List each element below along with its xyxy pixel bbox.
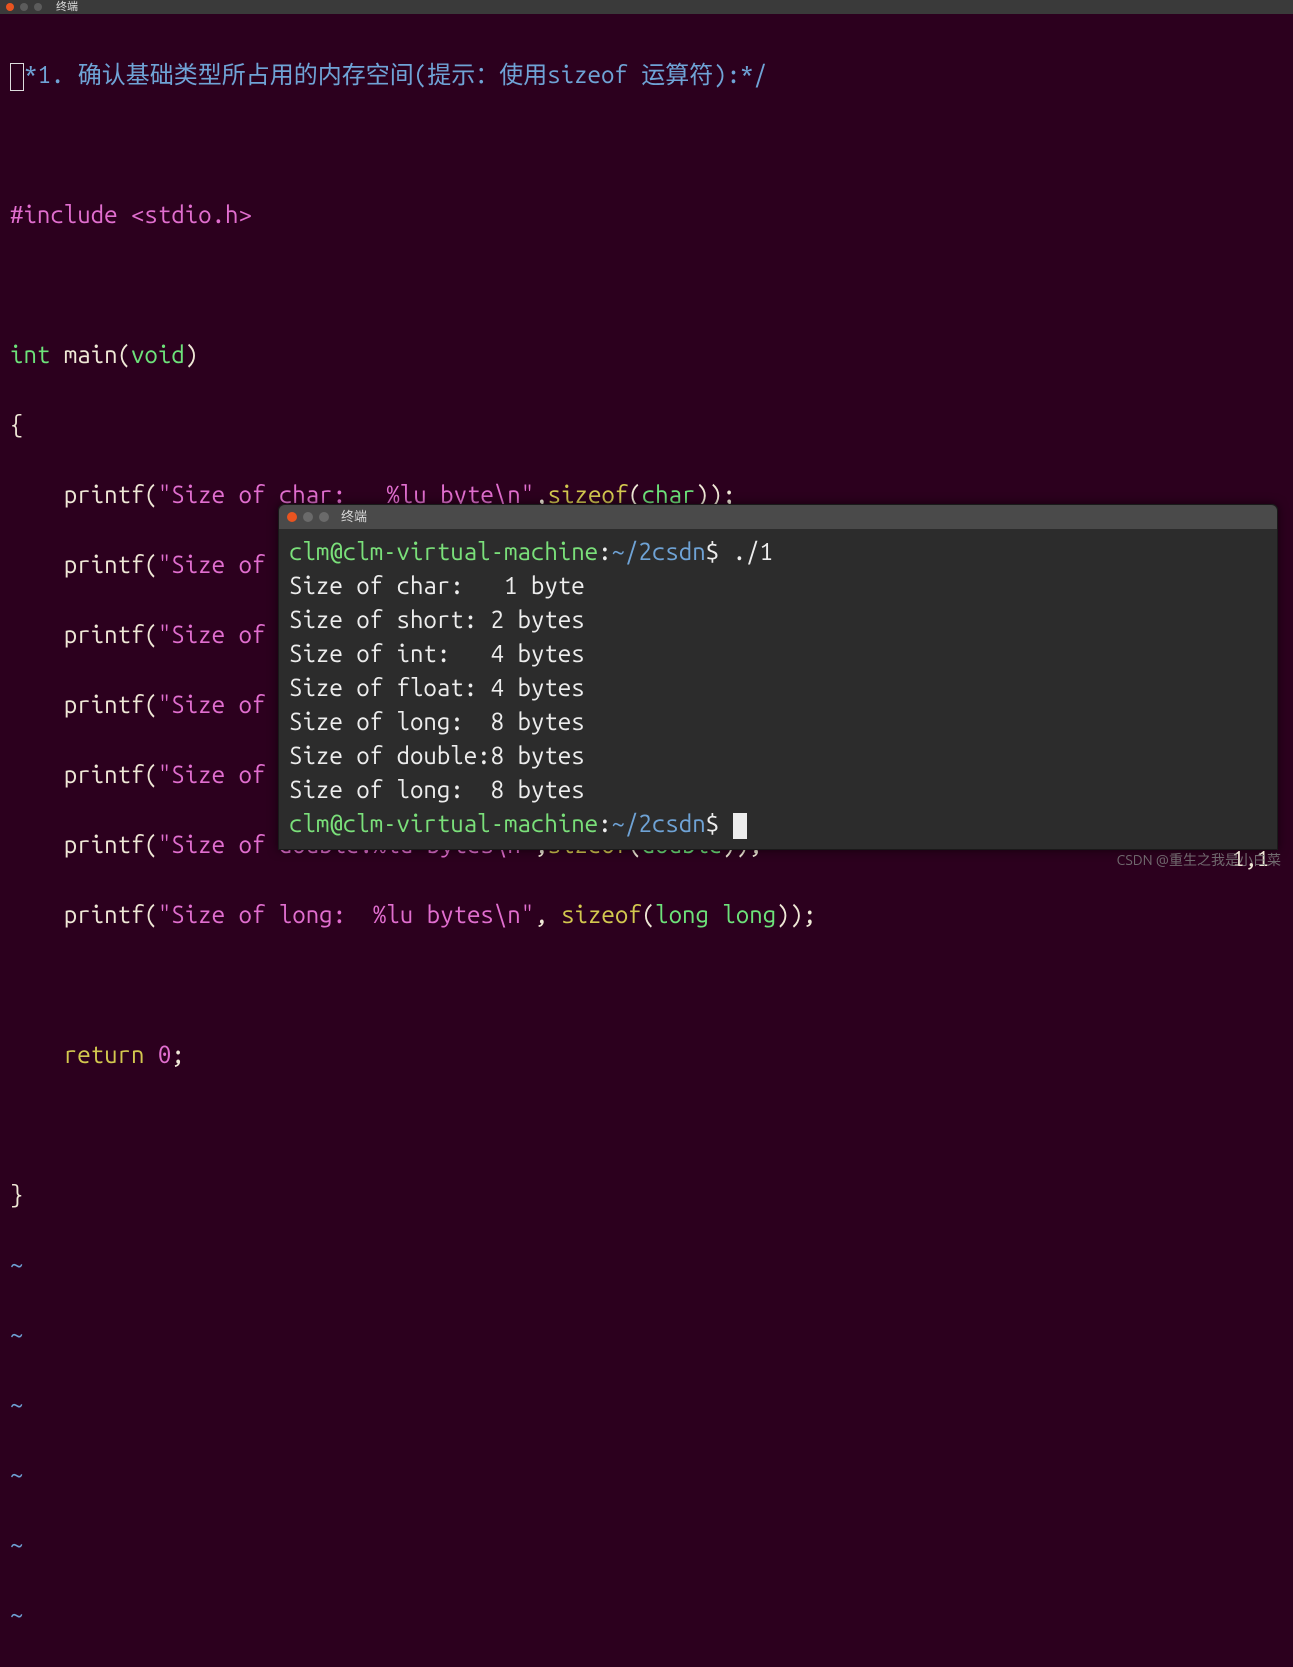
code-paren: ) [185, 341, 198, 368]
code-comment: *1. 确认基础类型所占用的内存空间(提示：使用sizeof 运算符):*/ [24, 61, 767, 88]
maximize-icon[interactable] [319, 512, 329, 522]
code-ident: main [50, 341, 117, 368]
terminal-output: Size of short: 2 bytes [289, 606, 585, 633]
minimize-icon[interactable] [20, 3, 28, 11]
code-func: printf [10, 481, 144, 508]
terminal-titlebar[interactable]: 终端 [279, 505, 1277, 529]
vim-tilde: ~ [10, 1461, 23, 1488]
close-icon[interactable] [6, 3, 14, 11]
code-return: return [10, 1041, 144, 1068]
vim-tilde: ~ [10, 1251, 23, 1278]
code-brace: } [10, 1181, 23, 1208]
vim-tilde: ~ [10, 1531, 23, 1558]
terminal-window[interactable]: 终端 clm@clm-virtual-machine:~/2csdn$ ./1 … [278, 504, 1278, 850]
watermark: CSDN @重生之我是小白菜 [1117, 843, 1281, 878]
terminal-output: Size of long: 8 bytes [289, 776, 585, 803]
terminal-title: 终端 [341, 500, 367, 535]
code-brace: { [10, 411, 23, 438]
prompt-user: clm@clm-virtual-machine [289, 538, 598, 565]
terminal-output: Size of long: 8 bytes [289, 708, 585, 735]
code-type: void [131, 341, 185, 368]
cursor-icon [10, 63, 24, 91]
code-type: int [10, 341, 50, 368]
maximize-icon[interactable] [34, 3, 42, 11]
terminal-body[interactable]: clm@clm-virtual-machine:~/2csdn$ ./1 Siz… [279, 529, 1277, 849]
terminal-command: ./1 [733, 538, 773, 565]
close-icon[interactable] [287, 512, 297, 522]
editor-menubar: 终端 [0, 0, 1293, 14]
vim-tilde: ~ [10, 1391, 23, 1418]
terminal-output: Size of float: 4 bytes [289, 674, 585, 701]
prompt-path: ~/2csdn [612, 538, 706, 565]
minimize-icon[interactable] [303, 512, 313, 522]
code-preproc: #include [10, 201, 118, 228]
code-paren: ( [118, 341, 131, 368]
vim-tilde: ~ [10, 1601, 23, 1628]
terminal-cursor-icon [733, 813, 747, 839]
vim-tilde: ~ [10, 1321, 23, 1348]
code-header: <stdio.h> [118, 201, 252, 228]
terminal-output: Size of char: 1 byte [289, 572, 585, 599]
terminal-output: Size of int: 4 bytes [289, 640, 585, 667]
terminal-output: Size of double:8 bytes [289, 742, 585, 769]
